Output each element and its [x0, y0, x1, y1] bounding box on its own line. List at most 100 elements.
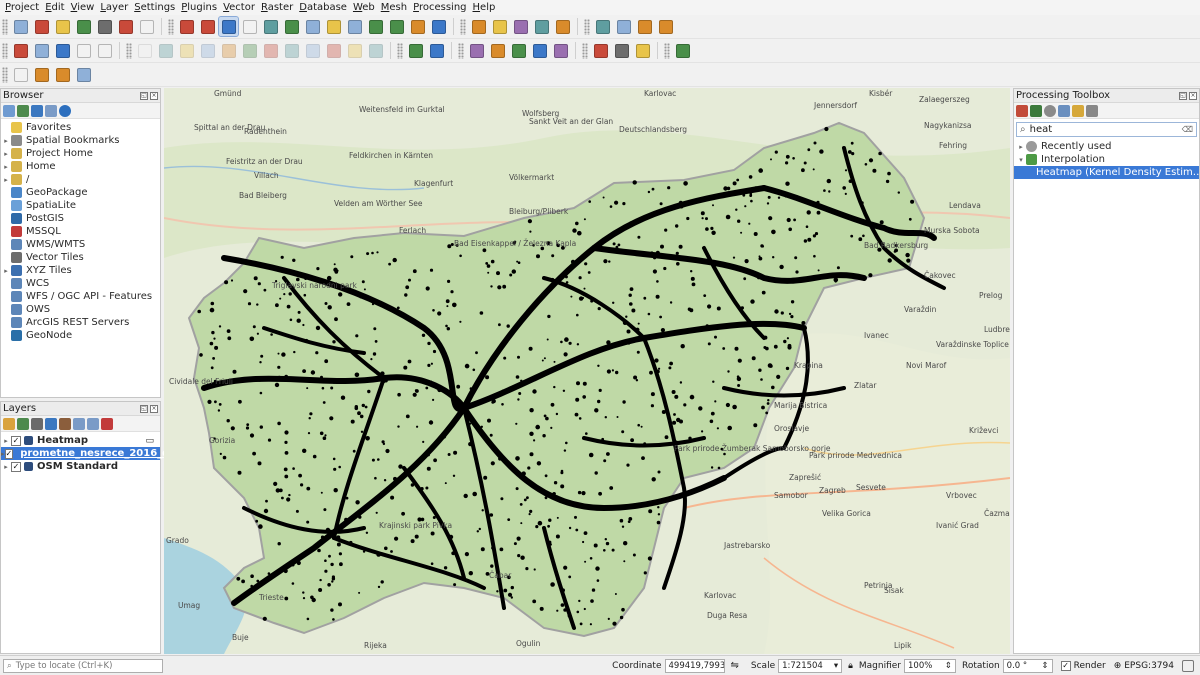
menu-layer[interactable]: Layer — [97, 0, 131, 15]
expand-arrow-icon[interactable]: ▸ — [1, 163, 11, 171]
attribute-table-button[interactable] — [490, 17, 509, 36]
identify-button[interactable] — [469, 17, 488, 36]
lock-scale-icon[interactable]: 🔒︎ — [848, 661, 853, 671]
scale-combobox[interactable]: 1:721504 ▾ — [778, 658, 843, 673]
zoom-next-button[interactable] — [366, 17, 385, 36]
style-manager-button[interactable] — [137, 17, 156, 36]
new-shapefile-button[interactable] — [53, 41, 72, 60]
history-icon[interactable] — [1044, 104, 1056, 117]
change-label-button[interactable] — [551, 41, 570, 60]
label-button[interactable] — [406, 41, 425, 60]
toolbar-grip[interactable] — [458, 42, 464, 59]
expand-arrow-icon[interactable]: ▸ — [1, 267, 11, 275]
toolbar-grip[interactable] — [2, 42, 8, 59]
toolbar-grip[interactable] — [168, 18, 174, 35]
browser-item-wfs-ogc-api-features[interactable]: WFS / OGC API - Features — [1, 290, 160, 303]
menu-database[interactable]: Database — [296, 0, 350, 15]
expand-arrow-icon[interactable]: ▸ — [1, 137, 11, 145]
menu-web[interactable]: Web — [350, 0, 378, 15]
zoom-native-button[interactable] — [324, 17, 343, 36]
menu-mesh[interactable]: Mesh — [378, 0, 410, 15]
menu-raster[interactable]: Raster — [258, 0, 296, 15]
new-virtual-layer-button[interactable] — [95, 41, 114, 60]
new-map-view-button[interactable] — [387, 17, 406, 36]
gps-button[interactable] — [591, 41, 610, 60]
edit-features-in-place-icon[interactable] — [1072, 104, 1084, 117]
rotate-label-button[interactable] — [530, 41, 549, 60]
zoom-to-layer-button[interactable] — [303, 17, 322, 36]
browser-item-xyz-tiles[interactable]: ▸ XYZ Tiles — [1, 264, 160, 277]
menu-project[interactable]: Project — [2, 0, 42, 15]
browser-item-arcgis-rest-servers[interactable]: ArcGIS REST Servers — [1, 316, 160, 329]
zoom-last-button[interactable] — [345, 17, 364, 36]
measure-button[interactable] — [593, 17, 612, 36]
show-labels-button[interactable] — [488, 41, 507, 60]
undo-button[interactable] — [345, 41, 364, 60]
scripts-icon[interactable] — [1030, 104, 1042, 117]
layer-filter-icon[interactable] — [59, 417, 71, 430]
magnifier-spinbox[interactable]: 100% ⇕ — [904, 658, 957, 673]
layer-visibility-checkbox[interactable]: ✓ — [11, 461, 21, 472]
toolbar-grip[interactable] — [582, 42, 588, 59]
field-calculator-button[interactable] — [511, 17, 530, 36]
locator-input[interactable]: ⌕ Type to locate (Ctrl+K) — [3, 658, 163, 673]
menu-help[interactable]: Help — [470, 0, 499, 15]
menu-settings[interactable]: Settings — [131, 0, 178, 15]
remove-layer-icon[interactable] — [101, 417, 113, 430]
menu-plugins[interactable]: Plugins — [178, 0, 220, 15]
python-button[interactable] — [633, 41, 652, 60]
toolbar-grip[interactable] — [2, 66, 8, 83]
processing-item[interactable]: Heatmap (Kernel Density Estim… — [1014, 166, 1200, 179]
browser-item-home[interactable]: ▸ Home — [1, 160, 160, 173]
expand-all-icon[interactable] — [73, 417, 85, 430]
menu-processing[interactable]: Processing — [410, 0, 469, 15]
results-icon[interactable] — [1058, 104, 1070, 117]
browser-item-spatialite[interactable]: SpatiaLite — [1, 199, 160, 212]
crs-icon[interactable]: ⊕ — [1114, 661, 1122, 671]
statistics-button[interactable] — [553, 17, 572, 36]
zoom-in-button[interactable] — [218, 16, 239, 37]
open-project-button[interactable] — [32, 17, 51, 36]
close-panel-icon[interactable]: × — [150, 91, 158, 100]
expand-arrow-icon[interactable]: ▸ — [1, 176, 11, 184]
layer-visibility-checkbox[interactable]: ✓ — [11, 435, 21, 446]
plugins-button[interactable] — [612, 41, 631, 60]
processing-item[interactable]: ▾ Interpolation — [1014, 153, 1199, 166]
float-panel-icon[interactable]: ◱ — [140, 404, 148, 413]
paste-features-button[interactable] — [324, 41, 343, 60]
float-panel-icon[interactable]: ◱ — [1179, 91, 1187, 100]
coordinate-field[interactable]: 499419,79936 — [664, 658, 725, 673]
toolbar-grip[interactable] — [584, 18, 590, 35]
processing-item[interactable]: ▸ Recently used — [1014, 140, 1199, 153]
render-checkbox[interactable]: ✓ — [1060, 660, 1071, 671]
menu-view[interactable]: View — [68, 0, 98, 15]
refresh-button[interactable] — [429, 17, 448, 36]
processing-toolbox-button[interactable] — [532, 17, 551, 36]
select-by-expression-button[interactable] — [74, 65, 93, 84]
style-icon[interactable] — [3, 417, 15, 430]
move-feature-button[interactable] — [219, 41, 238, 60]
zoom-full-button[interactable] — [261, 17, 280, 36]
toolbar-grip[interactable] — [460, 18, 466, 35]
expand-arrow-icon[interactable]: ▸ — [1, 150, 11, 158]
browser-item-geonode[interactable]: GeoNode — [1, 329, 160, 342]
browser-item-favorites[interactable]: Favorites — [1, 121, 160, 134]
toggle-editing-button[interactable] — [156, 41, 175, 60]
filter-icon[interactable] — [45, 417, 57, 430]
layout-manager-button[interactable] — [116, 17, 135, 36]
browser-item-mssql[interactable]: MSSQL — [1, 225, 160, 238]
new-bookmark-button[interactable] — [635, 17, 654, 36]
save-as-button[interactable] — [74, 17, 93, 36]
clear-search-icon[interactable]: ⌫ — [1182, 125, 1193, 134]
browser-item-project-home[interactable]: ▸ Project Home — [1, 147, 160, 160]
browser-item-wcs[interactable]: WCS — [1, 277, 160, 290]
map-tips-button[interactable] — [614, 17, 633, 36]
select-by-value-button[interactable] — [32, 65, 51, 84]
redo-button[interactable] — [366, 41, 385, 60]
new-geopackage-button[interactable] — [32, 41, 51, 60]
diagram-button[interactable] — [427, 41, 446, 60]
refresh-icon[interactable] — [17, 104, 29, 117]
pan-to-selection-button[interactable] — [198, 17, 217, 36]
expand-arrow-icon[interactable]: ▸ — [1, 437, 11, 445]
add-layer-icon[interactable] — [3, 104, 15, 117]
